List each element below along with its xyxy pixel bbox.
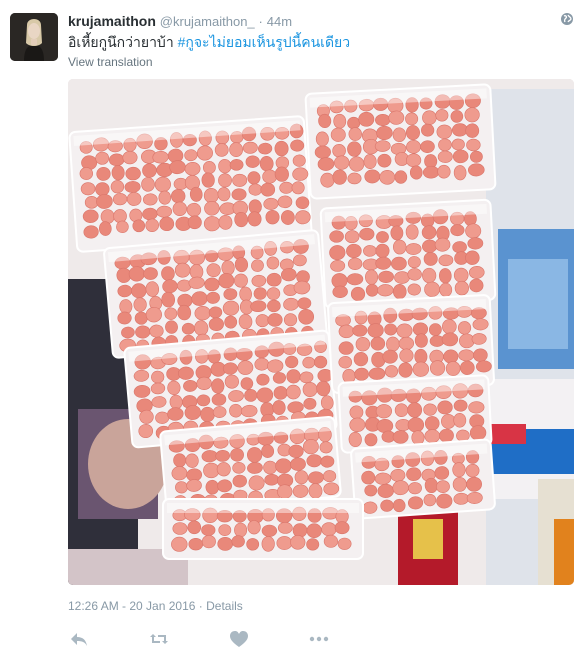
globe-icon[interactable] [560,12,574,26]
meta-separator: · [195,599,207,613]
more-dots-icon[interactable] [308,628,330,650]
details-link[interactable]: Details [206,599,243,613]
tweet-header: krujamaithon @krujamaithon_ · 44m [68,12,554,31]
pill-packet [68,115,313,253]
reply-icon[interactable] [68,628,90,650]
pill-packet [162,498,364,560]
tweet-body: อิเหี้ยกูนึกว่ายาบ้า [68,34,178,50]
tweet-photo[interactable] [68,79,574,585]
pill-packet [350,438,496,520]
pill-packet [319,198,497,310]
author-name[interactable]: krujamaithon [68,13,156,29]
header-separator: · [258,14,263,29]
author-handle[interactable]: @krujamaithon_ [160,14,255,29]
tweet-actions [68,628,368,650]
tweet-text: อิเหี้ยกูนึกว่ายาบ้า #กูจะไม่ยอมเห็นรูปน… [68,32,564,52]
hashtag-link[interactable]: #กูจะไม่ยอมเห็นรูปนี้คนเดียว [178,34,351,50]
view-translation-link[interactable]: View translation [68,55,153,69]
tweet-meta: 12:26 AM - 20 Jan 2016 · Details [68,599,243,613]
tweet-timestamp[interactable]: 12:26 AM - 20 Jan 2016 [68,599,195,613]
author-avatar[interactable] [10,13,58,61]
pill-packet [159,416,342,512]
retweet-icon[interactable] [148,628,170,650]
heart-icon[interactable] [228,628,250,650]
pill-packet [304,83,497,200]
tweet-time[interactable]: 44m [267,14,292,29]
photo-pill-packets [68,79,574,585]
